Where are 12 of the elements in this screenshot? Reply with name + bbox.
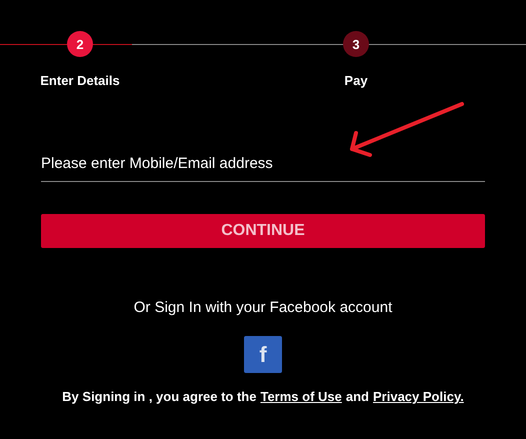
login-field[interactable]: Please enter Mobile/Email address (41, 149, 485, 182)
step-number: 2 (67, 31, 93, 57)
facebook-button[interactable]: f (244, 336, 282, 373)
privacy-link[interactable]: Privacy Policy. (373, 389, 464, 404)
facebook-prompt: Or Sign In with your Facebook account (134, 299, 392, 316)
terms-link[interactable]: Terms of Use (260, 389, 342, 404)
agreement-text: By Signing in , you agree to the (62, 389, 256, 404)
agreement-text: and (346, 389, 369, 404)
step-label: Enter Details (40, 73, 120, 88)
step-label: Pay (344, 73, 368, 88)
step-number: 3 (343, 31, 369, 57)
continue-button[interactable]: CONTINUE (41, 214, 485, 248)
